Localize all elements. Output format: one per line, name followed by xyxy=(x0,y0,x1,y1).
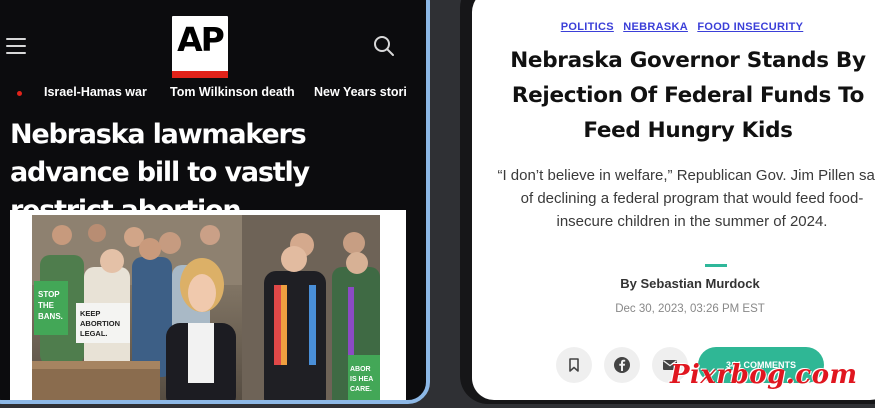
topic-link[interactable]: Israel-Hamas war xyxy=(44,85,147,99)
byline: By Sebastian Murdock xyxy=(472,276,875,291)
facebook-icon xyxy=(614,357,630,373)
sign-keep-abortion-legal: KEEP xyxy=(80,309,100,318)
svg-text:BANS.: BANS. xyxy=(38,312,63,321)
article-screen: POLITICS NEBRASKA FOOD INSECURITY Nebras… xyxy=(472,0,875,400)
watermark: Pixrbog.com xyxy=(670,360,858,390)
facebook-share-button[interactable] xyxy=(604,347,640,383)
bookmark-icon xyxy=(569,358,579,372)
menu-icon[interactable] xyxy=(6,38,26,54)
protest-photo-illustration: STOP THE BANS. KEEP ABORTION LEGAL. ABOR… xyxy=(32,215,380,400)
svg-text:THE: THE xyxy=(38,301,55,310)
topic-link[interactable]: Tom Wilkinson death xyxy=(170,85,295,99)
ap-news-screen: AP Israel-Hamas war Tom Wilkinson death … xyxy=(0,0,430,404)
bookmark-button[interactable] xyxy=(556,347,592,383)
topic-link[interactable]: New Years stori xyxy=(314,85,407,99)
sign-health-care: ABOR xyxy=(350,366,371,373)
article-tags: POLITICS NEBRASKA FOOD INSECURITY xyxy=(472,21,875,33)
article-title: Nebraska Governor Stands By Rejection Of… xyxy=(510,48,866,143)
svg-text:LEGAL.: LEGAL. xyxy=(80,329,108,338)
sign-stop-the-bans: STOP xyxy=(38,290,60,299)
tag-nebraska[interactable]: NEBRASKA xyxy=(623,21,688,33)
svg-text:ABORTION: ABORTION xyxy=(80,319,120,328)
publish-date: Dec 30, 2023, 03:26 PM EST xyxy=(615,303,765,315)
svg-text:CARE.: CARE. xyxy=(350,386,372,393)
trending-topics-bar: Israel-Hamas war Tom Wilkinson death New… xyxy=(0,82,426,106)
ap-logo[interactable]: AP xyxy=(172,16,228,78)
divider xyxy=(705,264,727,267)
article-summary: “I don’t believe in welfare,” Republican… xyxy=(497,167,875,230)
ap-header: AP xyxy=(0,0,426,79)
ap-logo-text: AP xyxy=(177,20,225,59)
lead-photo[interactable]: STOP THE BANS. KEEP ABORTION LEGAL. ABOR… xyxy=(32,215,380,400)
tag-food-insecurity[interactable]: FOOD INSECURITY xyxy=(697,21,803,33)
tag-politics[interactable]: POLITICS xyxy=(561,21,614,33)
live-dot-icon xyxy=(17,91,22,96)
byline-prefix: By xyxy=(620,276,637,291)
svg-text:IS HEA: IS HEA xyxy=(350,376,373,383)
author-link[interactable]: Sebastian Murdock xyxy=(641,276,760,291)
lead-photo-container: STOP THE BANS. KEEP ABORTION LEGAL. ABOR… xyxy=(10,210,406,400)
search-icon[interactable] xyxy=(372,34,396,58)
